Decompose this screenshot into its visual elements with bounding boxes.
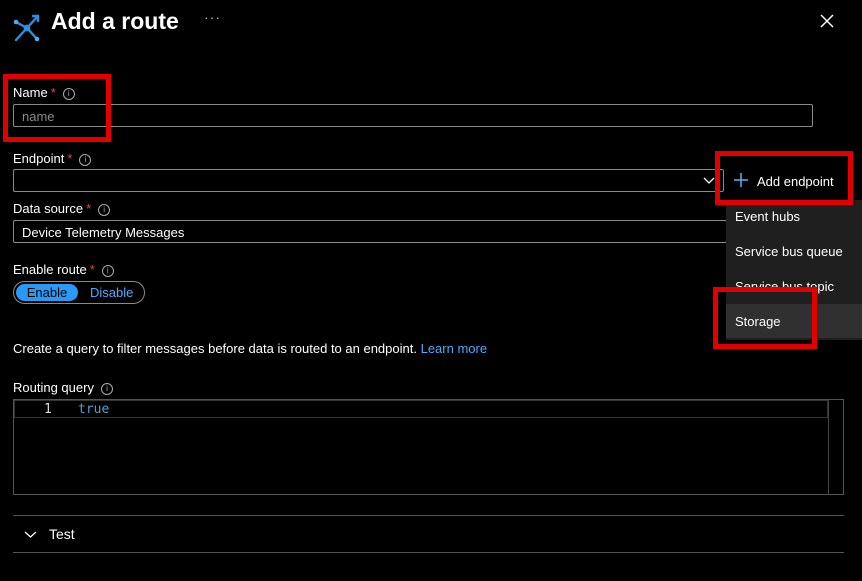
storage-highlight-box bbox=[713, 287, 817, 349]
enable-option[interactable]: Enable bbox=[16, 284, 78, 301]
data-source-label: Data source * i bbox=[13, 201, 111, 216]
section-divider bbox=[13, 552, 844, 553]
info-icon[interactable]: i bbox=[101, 265, 114, 277]
close-icon[interactable] bbox=[816, 10, 838, 32]
menu-item-event-hubs[interactable]: Event hubs bbox=[735, 209, 800, 224]
info-icon[interactable]: i bbox=[100, 383, 113, 395]
enable-route-label: Enable route * i bbox=[13, 262, 114, 277]
endpoint-label: Endpoint * i bbox=[13, 151, 92, 166]
editor-scrollbar[interactable] bbox=[828, 400, 843, 494]
data-source-value: Device Telemetry Messages bbox=[22, 225, 185, 240]
chevron-down-icon bbox=[24, 531, 37, 538]
enable-route-toggle[interactable]: Enable Disable bbox=[13, 281, 145, 304]
name-highlight-box bbox=[3, 74, 111, 142]
test-label: Test bbox=[49, 526, 75, 542]
required-marker: * bbox=[89, 262, 95, 277]
endpoint-dropdown[interactable] bbox=[13, 169, 724, 192]
test-expander[interactable]: Test bbox=[22, 525, 142, 545]
required-marker: * bbox=[86, 201, 92, 216]
page-title: Add a route bbox=[51, 8, 179, 34]
query-description: Create a query to filter messages before… bbox=[13, 341, 488, 356]
more-options-button[interactable]: ··· bbox=[204, 9, 221, 25]
learn-more-link[interactable]: Learn more bbox=[421, 341, 487, 356]
name-input[interactable]: name bbox=[13, 104, 813, 127]
info-icon[interactable]: i bbox=[98, 204, 111, 216]
route-icon bbox=[13, 14, 40, 42]
add-endpoint-highlight-box bbox=[715, 151, 853, 205]
required-marker: * bbox=[67, 151, 73, 166]
routing-query-label: Routing query i bbox=[13, 380, 113, 395]
routing-query-editor[interactable]: 1 true bbox=[13, 399, 844, 495]
data-source-dropdown[interactable]: Device Telemetry Messages bbox=[13, 220, 727, 243]
line-number: 1 bbox=[44, 402, 52, 417]
info-icon[interactable]: i bbox=[79, 154, 92, 166]
section-divider bbox=[13, 515, 844, 516]
query-code[interactable]: true bbox=[78, 402, 109, 417]
disable-option[interactable]: Disable bbox=[90, 284, 133, 301]
chevron-down-icon bbox=[703, 177, 715, 184]
menu-item-service-bus-queue[interactable]: Service bus queue bbox=[735, 244, 843, 259]
current-line-highlight bbox=[14, 400, 828, 418]
